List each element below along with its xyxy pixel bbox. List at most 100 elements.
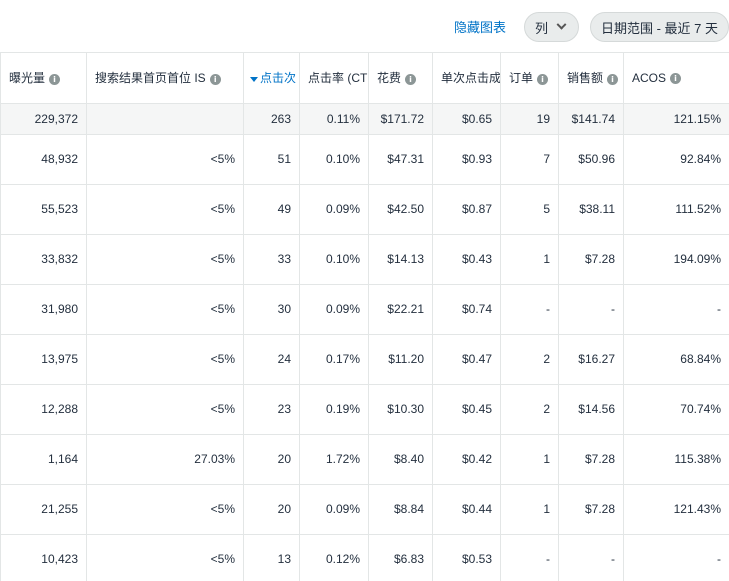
table-cell: 0.17% — [299, 334, 369, 385]
info-icon[interactable]: i — [607, 73, 619, 85]
table-cell: $8.40 — [368, 434, 433, 485]
table-cell: 1 — [500, 234, 559, 285]
header-row: 曝光量i 搜索结果首页首位 ISi 点击次 点击率 (CTR 花费i 单次点击成… — [0, 53, 729, 104]
table-cell: <5% — [86, 184, 244, 235]
table-cell: $6.83 — [368, 534, 433, 581]
table-cell: 0.09% — [299, 484, 369, 535]
table-cell: - — [623, 284, 729, 335]
table-cell: $0.44 — [432, 484, 501, 535]
table-cell: 33 — [243, 234, 300, 285]
info-icon[interactable]: i — [537, 73, 549, 85]
table-cell: $10.30 — [368, 384, 433, 435]
table-cell: 2 — [500, 334, 559, 385]
columns-button[interactable]: 列 — [524, 12, 579, 42]
total-row: 229,372 263 0.11% $171.72 $0.65 19 $141.… — [0, 103, 729, 135]
table-cell: 55,523 — [0, 184, 87, 235]
table-cell: 70.74% — [623, 384, 729, 435]
table-cell: 30 — [243, 284, 300, 335]
table-cell: $0.45 — [432, 384, 501, 435]
table-cell: 121.43% — [623, 484, 729, 535]
col-header-spend[interactable]: 花费 i — [368, 53, 433, 104]
table-row[interactable]: 13,975 <5% 24 0.17% $11.20 $0.47 2 $16.27 68.84% — [0, 334, 729, 385]
table-row[interactable]: 33,832 <5% 33 0.10% $14.13 $0.43 1 $7.28 194.09% — [0, 234, 729, 285]
col-header-orders[interactable]: 订单 i — [500, 53, 559, 104]
date-range-label: 日期范围 - 最近 7 天 — [601, 20, 719, 36]
table-cell: 0.10% — [299, 234, 369, 285]
table-cell: 1 — [500, 484, 559, 535]
table-cell: 13,975 — [0, 334, 87, 385]
total-cell: 229,372 — [0, 103, 87, 135]
info-icon[interactable]: i — [670, 73, 682, 85]
table-row[interactable]: 10,423 <5% 13 0.12% $6.83 $0.53- - - — [0, 534, 729, 581]
toolbar: 隐藏图表 列 日期范围 - 最近 7 天 — [0, 0, 729, 53]
table-cell: - — [500, 534, 559, 581]
table-cell: 194.09% — [623, 234, 729, 285]
table-cell: 21,255 — [0, 484, 87, 535]
table-cell: 31,980 — [0, 284, 87, 335]
col-header-clicks[interactable]: 点击次 — [243, 53, 300, 104]
table-row[interactable]: 1,164 27.03% 20 1.72% $8.40 $0.42 1 $7.28 115.38… — [0, 434, 729, 485]
table-cell: - — [623, 534, 729, 581]
col-header-top-of-search-is[interactable]: 搜索结果首页首位 IS i — [86, 53, 244, 104]
table-cell: 5 — [500, 184, 559, 235]
table-cell: 51 — [243, 134, 300, 185]
table-cell: 20 — [243, 484, 300, 535]
total-cell: $171.72 — [368, 103, 433, 135]
table-cell: 0.09% — [299, 184, 369, 235]
table-cell: - — [558, 534, 624, 581]
sort-desc-icon — [250, 76, 258, 82]
table-cell: 0.12% — [299, 534, 369, 581]
table-row[interactable]: 21,255 <5% 20 0.09% $8.84 $0.44 1 $7.28 121.43% — [0, 484, 729, 535]
table-cell: 115.38% — [623, 434, 729, 485]
col-header-acos[interactable]: ACOS i — [623, 53, 729, 104]
table-cell: 20 — [243, 434, 300, 485]
table-cell: $0.74 — [432, 284, 501, 335]
total-cell: 0.11% — [299, 103, 369, 135]
table-cell: $22.21 — [368, 284, 433, 335]
hide-chart-link[interactable]: 隐藏图表 — [454, 17, 506, 36]
table-cell: 7 — [500, 134, 559, 185]
table-cell: $47.31 — [368, 134, 433, 185]
table-cell: $11.20 — [368, 334, 433, 385]
total-cell: $0.65 — [432, 103, 501, 135]
table-row[interactable]: 48,932 <5% 51 0.10% $47.31 $0.93 7 $50.96 92.84% — [0, 134, 729, 185]
total-cell: $141.74 — [558, 103, 624, 135]
table-cell: 2 — [500, 384, 559, 435]
table-cell: 27.03% — [86, 434, 244, 485]
table-cell: $0.42 — [432, 434, 501, 485]
table-cell: $0.53 — [432, 534, 501, 581]
table-cell: 0.10% — [299, 134, 369, 185]
table-cell: <5% — [86, 284, 244, 335]
table-cell: $0.43 — [432, 234, 501, 285]
table-cell: 68.84% — [623, 334, 729, 385]
table-cell: 48,932 — [0, 134, 87, 185]
table-cell: <5% — [86, 234, 244, 285]
table-cell: - — [500, 284, 559, 335]
col-header-sales[interactable]: 销售额 i — [558, 53, 624, 104]
info-icon[interactable]: i — [405, 73, 417, 85]
table-cell: 1,164 — [0, 434, 87, 485]
keyword-table: 曝光量i 搜索结果首页首位 ISi 点击次 点击率 (CTR 花费i 单次点击成… — [0, 53, 729, 581]
table-cell: 49 — [243, 184, 300, 235]
total-cell: 263 — [243, 103, 300, 135]
col-header-impressions[interactable]: 曝光量 i — [0, 53, 87, 104]
table-cell: $14.56 — [558, 384, 624, 435]
date-range-button[interactable]: 日期范围 - 最近 7 天 — [590, 12, 729, 42]
info-icon[interactable]: i — [209, 73, 221, 85]
info-icon[interactable]: i — [49, 73, 61, 85]
table-cell: $16.27 — [558, 334, 624, 385]
table-cell: 33,832 — [0, 234, 87, 285]
table-row[interactable]: 31,980 <5% 30 0.09% $22.21 $0.74- - - — [0, 284, 729, 335]
table-cell: $0.47 — [432, 334, 501, 385]
table-cell: <5% — [86, 384, 244, 435]
table-cell: $0.93 — [432, 134, 501, 185]
table-cell: $42.50 — [368, 184, 433, 235]
col-header-ctr[interactable]: 点击率 (CTR — [299, 53, 369, 104]
table-row[interactable]: 12,288 <5% 23 0.19% $10.30 $0.45 2 $14.56 70.74% — [0, 384, 729, 435]
table-cell: $7.28 — [558, 484, 624, 535]
col-header-cpc[interactable]: 单次点击成 — [432, 53, 501, 104]
table-cell: 1 — [500, 434, 559, 485]
table-cell: $7.28 — [558, 234, 624, 285]
table-cell: <5% — [86, 334, 244, 385]
table-row[interactable]: 55,523 <5% 49 0.09% $42.50 $0.87 5 $38.11 111.52… — [0, 184, 729, 235]
